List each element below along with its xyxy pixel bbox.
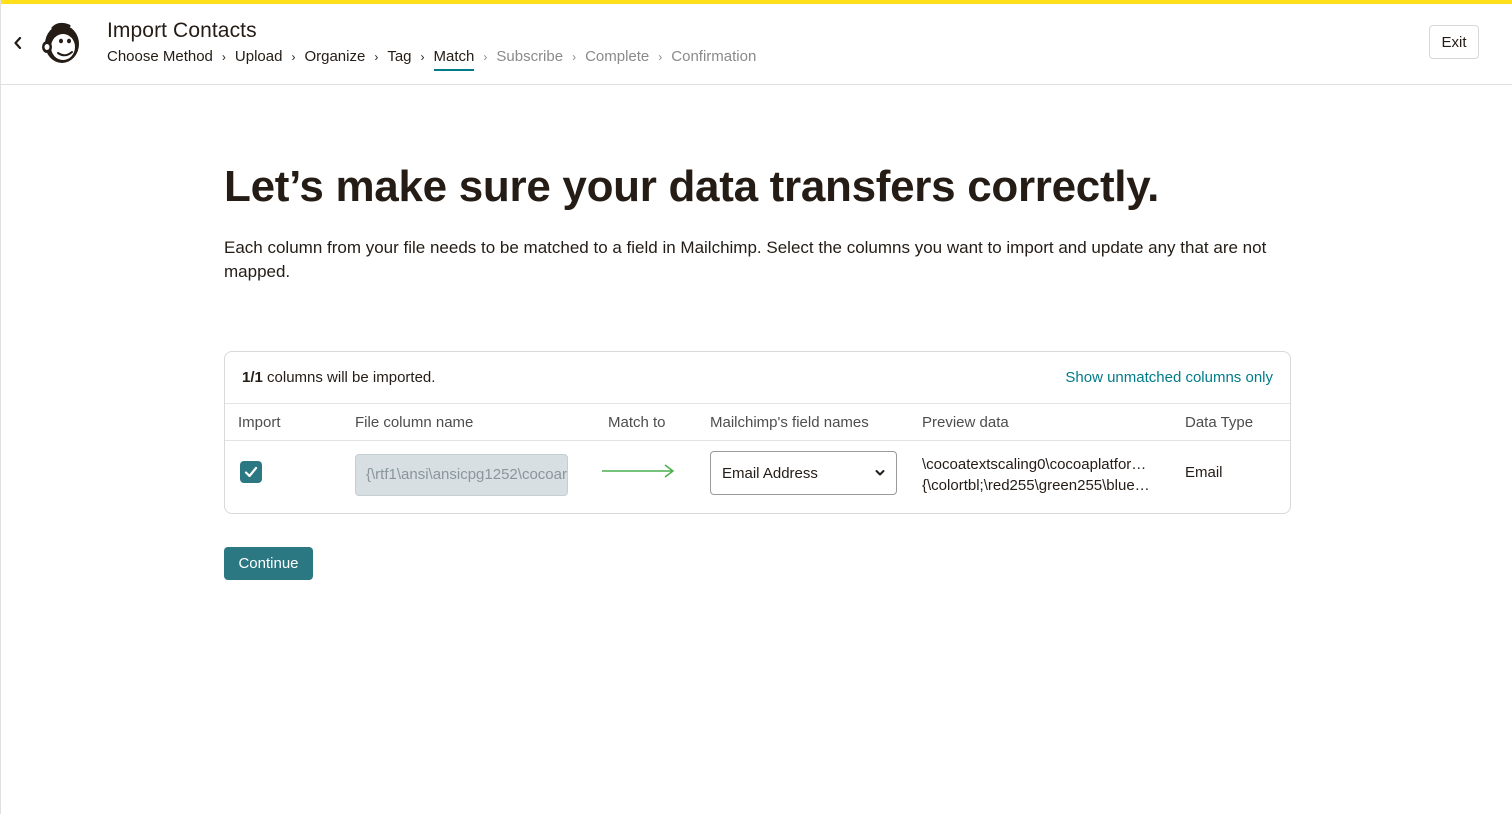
step-separator: › bbox=[483, 50, 488, 64]
step-match[interactable]: Match bbox=[433, 47, 474, 71]
col-header-match-to: Match to bbox=[608, 414, 666, 431]
import-count: 1/1 bbox=[242, 369, 263, 386]
field-name-select[interactable]: Email Address bbox=[710, 451, 897, 495]
exit-button[interactable]: Exit bbox=[1429, 25, 1479, 59]
import-summary-text: columns will be imported. bbox=[262, 369, 436, 386]
continue-button[interactable]: Continue bbox=[224, 547, 313, 580]
col-header-preview: Preview data bbox=[922, 414, 1009, 431]
step-separator: › bbox=[374, 50, 379, 64]
col-header-import: Import bbox=[238, 414, 281, 431]
step-choose-method[interactable]: Choose Method bbox=[107, 47, 213, 67]
step-subscribe: Subscribe bbox=[496, 48, 564, 65]
step-organize[interactable]: Organize bbox=[304, 47, 365, 67]
step-complete: Complete bbox=[585, 48, 650, 65]
step-tag[interactable]: Tag bbox=[387, 47, 411, 67]
selected-field-value: Email Address bbox=[722, 464, 818, 482]
arrow-right-icon bbox=[602, 464, 674, 478]
show-unmatched-link[interactable]: Show unmatched columns only bbox=[1065, 369, 1273, 386]
preview-data: \cocoatextscaling0\cocoaplatform0 {\colo… bbox=[922, 454, 1152, 496]
step-separator: › bbox=[291, 50, 296, 64]
step-separator: › bbox=[420, 50, 425, 64]
import-summary: 1/1 columns will be imported. bbox=[242, 369, 435, 386]
table-header-row: Import File column name Match to Mailchi… bbox=[225, 404, 1290, 441]
main-description: Each column from your file needs to be m… bbox=[224, 238, 1267, 281]
chevron-left-icon bbox=[14, 37, 22, 49]
col-header-field-names: Mailchimp's field names bbox=[710, 414, 869, 431]
preview-line: \cocoatextscaling0\cocoaplatform0 bbox=[922, 456, 1152, 473]
page-title: Import Contacts bbox=[107, 19, 257, 42]
checkmark-icon bbox=[244, 466, 258, 478]
col-header-data-type: Data Type bbox=[1185, 414, 1254, 431]
import-contacts-page: Import Contacts Choose Method › Upload ›… bbox=[0, 0, 1512, 814]
table-row: {\rtf1\ansi\ansicpg1252\cocoartf Email A… bbox=[225, 441, 1290, 514]
step-upload[interactable]: Upload bbox=[235, 47, 283, 67]
mailchimp-logo-icon bbox=[42, 22, 79, 63]
step-separator: › bbox=[221, 50, 226, 64]
data-type-value: Email bbox=[1185, 464, 1223, 481]
file-column-name-field: {\rtf1\ansi\ansicpg1252\cocoartf bbox=[355, 454, 568, 496]
import-checkbox[interactable] bbox=[240, 461, 262, 483]
table-summary-bar: 1/1 columns will be imported. Show unmat… bbox=[225, 352, 1290, 404]
col-header-file-column: File column name bbox=[355, 414, 474, 431]
chevron-down-icon bbox=[875, 470, 885, 476]
step-confirmation: Confirmation bbox=[671, 48, 757, 65]
preview-line: {\colortbl;\red255\green255\blue255;} bbox=[922, 477, 1152, 494]
step-separator: › bbox=[572, 50, 577, 64]
main-heading: Let’s make sure your data transfers corr… bbox=[224, 162, 1160, 211]
step-separator: › bbox=[658, 50, 663, 64]
column-match-table: 1/1 columns will be imported. Show unmat… bbox=[224, 351, 1291, 514]
breadcrumb-steps: Choose Method › Upload › Organize › Tag … bbox=[107, 46, 757, 71]
back-button[interactable] bbox=[9, 32, 27, 54]
header: Import Contacts Choose Method › Upload ›… bbox=[1, 4, 1512, 85]
